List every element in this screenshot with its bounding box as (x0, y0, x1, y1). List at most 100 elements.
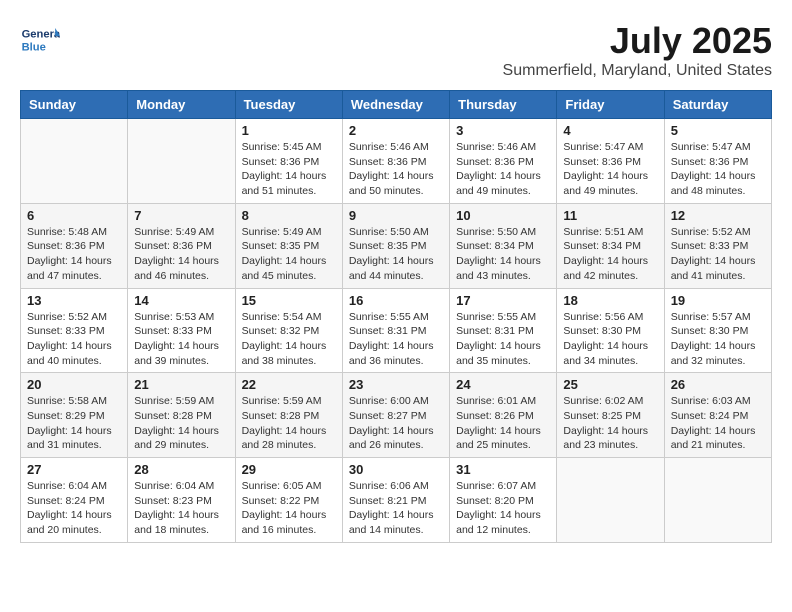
svg-text:Blue: Blue (22, 41, 46, 53)
calendar-day-cell: 4 Sunrise: 5:47 AM Sunset: 8:36 PM Daylig… (557, 119, 664, 204)
day-info: Sunrise: 5:47 AM Sunset: 8:36 PM Dayligh… (671, 140, 765, 199)
day-number: 16 (349, 293, 443, 308)
day-number: 8 (242, 208, 336, 223)
day-number: 6 (27, 208, 121, 223)
calendar-day-cell: 22 Sunrise: 5:59 AM Sunset: 8:28 PM Dayli… (235, 373, 342, 458)
calendar-day-cell: 3 Sunrise: 5:46 AM Sunset: 8:36 PM Daylig… (450, 119, 557, 204)
calendar-day-cell: 24 Sunrise: 6:01 AM Sunset: 8:26 PM Dayli… (450, 373, 557, 458)
day-number: 23 (349, 377, 443, 392)
calendar-day-cell: 19 Sunrise: 5:57 AM Sunset: 8:30 PM Dayli… (664, 288, 771, 373)
calendar-week-row: 27 Sunrise: 6:04 AM Sunset: 8:24 PM Dayli… (21, 458, 772, 543)
day-number: 15 (242, 293, 336, 308)
calendar-day-header: Wednesday (342, 91, 449, 119)
day-info: Sunrise: 5:55 AM Sunset: 8:31 PM Dayligh… (349, 310, 443, 369)
calendar-day-header: Sunday (21, 91, 128, 119)
day-number: 12 (671, 208, 765, 223)
day-info: Sunrise: 6:04 AM Sunset: 8:23 PM Dayligh… (134, 479, 228, 538)
calendar-day-cell: 31Sunrise: 6:07 AM Sunset: 8:20 PM Dayli… (450, 458, 557, 543)
calendar-day-cell (21, 119, 128, 204)
day-info: Sunrise: 5:50 AM Sunset: 8:34 PM Dayligh… (456, 225, 550, 284)
day-info: Sunrise: 5:57 AM Sunset: 8:30 PM Dayligh… (671, 310, 765, 369)
day-number: 17 (456, 293, 550, 308)
svg-text:General: General (22, 29, 60, 41)
calendar-day-cell (557, 458, 664, 543)
calendar-day-cell (664, 458, 771, 543)
day-number: 3 (456, 123, 550, 138)
day-number: 13 (27, 293, 121, 308)
calendar-day-cell: 15 Sunrise: 5:54 AM Sunset: 8:32 PM Dayli… (235, 288, 342, 373)
day-info: Sunrise: 6:02 AM Sunset: 8:25 PM Dayligh… (563, 394, 657, 453)
day-info: Sunrise: 5:59 AM Sunset: 8:28 PM Dayligh… (242, 394, 336, 453)
day-number: 4 (563, 123, 657, 138)
calendar-day-cell (128, 119, 235, 204)
calendar-day-cell: 9Sunrise: 5:50 AM Sunset: 8:35 PM Daylig… (342, 203, 449, 288)
day-number: 11 (563, 208, 657, 223)
day-info: Sunrise: 5:45 AM Sunset: 8:36 PM Dayligh… (242, 140, 336, 199)
day-number: 30 (349, 462, 443, 477)
calendar-day-cell: 20Sunrise: 5:58 AM Sunset: 8:29 PM Dayli… (21, 373, 128, 458)
calendar-week-row: 6Sunrise: 5:48 AM Sunset: 8:36 PM Daylig… (21, 203, 772, 288)
calendar-week-row: 20Sunrise: 5:58 AM Sunset: 8:29 PM Dayli… (21, 373, 772, 458)
month-title: July 2025 (503, 20, 772, 62)
calendar-day-cell: 10 Sunrise: 5:50 AM Sunset: 8:34 PM Dayli… (450, 203, 557, 288)
calendar-day-cell: 13 Sunrise: 5:52 AM Sunset: 8:33 PM Dayli… (21, 288, 128, 373)
day-info: Sunrise: 6:05 AM Sunset: 8:22 PM Dayligh… (242, 479, 336, 538)
calendar-day-cell: 5 Sunrise: 5:47 AM Sunset: 8:36 PM Daylig… (664, 119, 771, 204)
calendar-day-cell: 25Sunrise: 6:02 AM Sunset: 8:25 PM Dayli… (557, 373, 664, 458)
day-number: 1 (242, 123, 336, 138)
day-info: Sunrise: 5:51 AM Sunset: 8:34 PM Dayligh… (563, 225, 657, 284)
day-number: 18 (563, 293, 657, 308)
day-number: 7 (134, 208, 228, 223)
calendar-day-header: Tuesday (235, 91, 342, 119)
day-info: Sunrise: 6:00 AM Sunset: 8:27 PM Dayligh… (349, 394, 443, 453)
day-number: 19 (671, 293, 765, 308)
calendar-day-cell: 28Sunrise: 6:04 AM Sunset: 8:23 PM Dayli… (128, 458, 235, 543)
calendar-day-cell: 7Sunrise: 5:49 AM Sunset: 8:36 PM Daylig… (128, 203, 235, 288)
calendar-week-row: 1 Sunrise: 5:45 AM Sunset: 8:36 PM Daylig… (21, 119, 772, 204)
day-info: Sunrise: 5:59 AM Sunset: 8:28 PM Dayligh… (134, 394, 228, 453)
calendar-day-cell: 26Sunrise: 6:03 AM Sunset: 8:24 PM Dayli… (664, 373, 771, 458)
calendar-day-cell: 6Sunrise: 5:48 AM Sunset: 8:36 PM Daylig… (21, 203, 128, 288)
page-header: General Blue July 2025 Summerfield, Mary… (20, 20, 772, 80)
calendar-day-cell: 11 Sunrise: 5:51 AM Sunset: 8:34 PM Dayli… (557, 203, 664, 288)
day-number: 20 (27, 377, 121, 392)
day-number: 5 (671, 123, 765, 138)
day-info: Sunrise: 5:49 AM Sunset: 8:35 PM Dayligh… (242, 225, 336, 284)
calendar-day-cell: 1 Sunrise: 5:45 AM Sunset: 8:36 PM Daylig… (235, 119, 342, 204)
day-info: Sunrise: 6:01 AM Sunset: 8:26 PM Dayligh… (456, 394, 550, 453)
day-info: Sunrise: 5:47 AM Sunset: 8:36 PM Dayligh… (563, 140, 657, 199)
day-info: Sunrise: 5:52 AM Sunset: 8:33 PM Dayligh… (27, 310, 121, 369)
day-number: 21 (134, 377, 228, 392)
calendar-week-row: 13 Sunrise: 5:52 AM Sunset: 8:33 PM Dayli… (21, 288, 772, 373)
location-subtitle: Summerfield, Maryland, United States (503, 62, 772, 80)
calendar-day-cell: 18 Sunrise: 5:56 AM Sunset: 8:30 PM Dayli… (557, 288, 664, 373)
day-info: Sunrise: 6:07 AM Sunset: 8:20 PM Dayligh… (456, 479, 550, 538)
calendar-day-cell: 16 Sunrise: 5:55 AM Sunset: 8:31 PM Dayli… (342, 288, 449, 373)
day-number: 2 (349, 123, 443, 138)
day-number: 22 (242, 377, 336, 392)
calendar-day-cell: 17 Sunrise: 5:55 AM Sunset: 8:31 PM Dayli… (450, 288, 557, 373)
calendar-day-cell: 14Sunrise: 5:53 AM Sunset: 8:33 PM Dayli… (128, 288, 235, 373)
logo: General Blue (20, 20, 64, 60)
calendar-day-cell: 8 Sunrise: 5:49 AM Sunset: 8:35 PM Daylig… (235, 203, 342, 288)
calendar-day-cell: 23 Sunrise: 6:00 AM Sunset: 8:27 PM Dayli… (342, 373, 449, 458)
day-number: 29 (242, 462, 336, 477)
calendar-day-header: Thursday (450, 91, 557, 119)
day-info: Sunrise: 5:50 AM Sunset: 8:35 PM Dayligh… (349, 225, 443, 284)
day-info: Sunrise: 5:46 AM Sunset: 8:36 PM Dayligh… (456, 140, 550, 199)
day-info: Sunrise: 5:53 AM Sunset: 8:33 PM Dayligh… (134, 310, 228, 369)
day-info: Sunrise: 5:52 AM Sunset: 8:33 PM Dayligh… (671, 225, 765, 284)
day-number: 24 (456, 377, 550, 392)
logo-icon: General Blue (20, 20, 60, 60)
day-number: 27 (27, 462, 121, 477)
day-info: Sunrise: 6:06 AM Sunset: 8:21 PM Dayligh… (349, 479, 443, 538)
day-info: Sunrise: 5:56 AM Sunset: 8:30 PM Dayligh… (563, 310, 657, 369)
calendar-day-cell: 27 Sunrise: 6:04 AM Sunset: 8:24 PM Dayli… (21, 458, 128, 543)
day-info: Sunrise: 6:04 AM Sunset: 8:24 PM Dayligh… (27, 479, 121, 538)
calendar-table: SundayMondayTuesdayWednesdayThursdayFrid… (20, 90, 772, 543)
calendar-day-cell: 29 Sunrise: 6:05 AM Sunset: 8:22 PM Dayli… (235, 458, 342, 543)
day-info: Sunrise: 5:55 AM Sunset: 8:31 PM Dayligh… (456, 310, 550, 369)
day-number: 10 (456, 208, 550, 223)
day-info: Sunrise: 5:54 AM Sunset: 8:32 PM Dayligh… (242, 310, 336, 369)
calendar-day-cell: 30 Sunrise: 6:06 AM Sunset: 8:21 PM Dayli… (342, 458, 449, 543)
